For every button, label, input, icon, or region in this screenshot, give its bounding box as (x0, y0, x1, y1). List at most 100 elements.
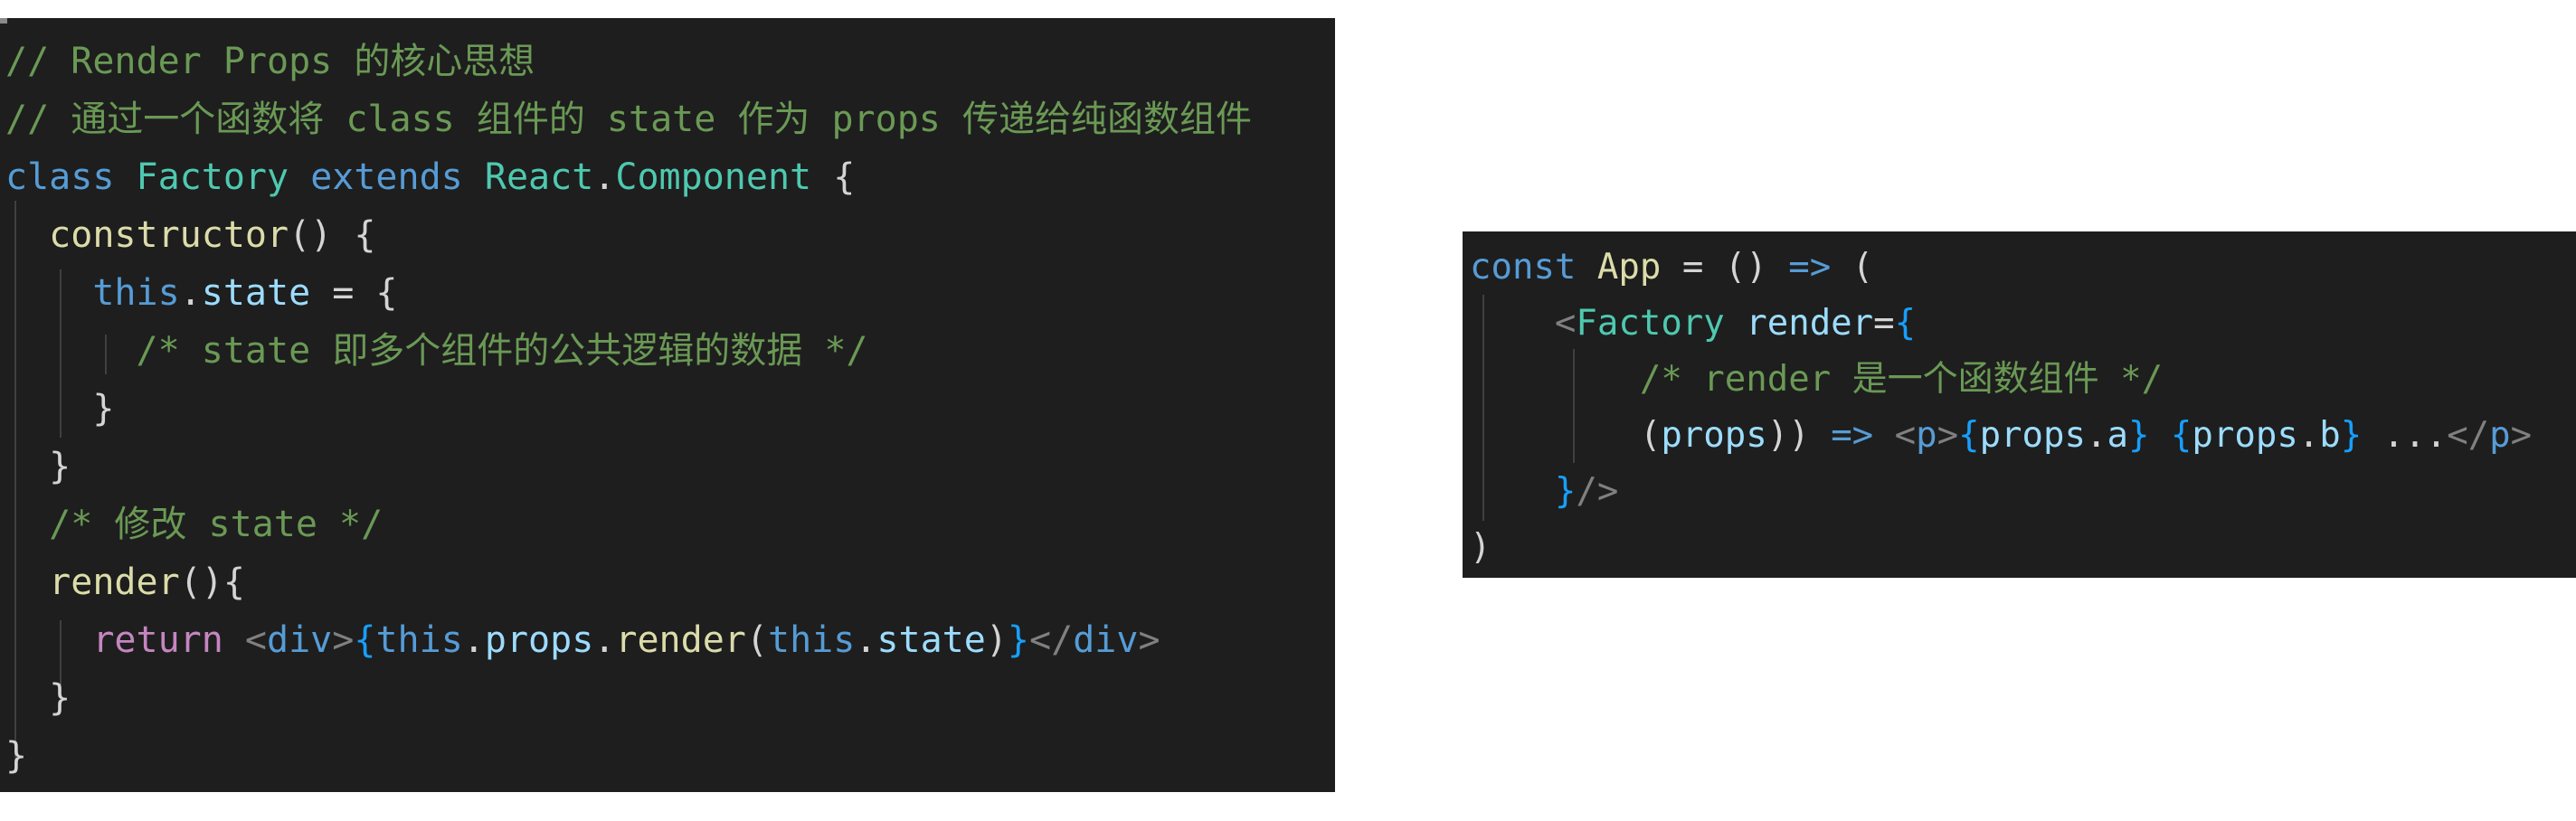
code-token: { (1894, 303, 1917, 344)
code-token: . (593, 156, 616, 198)
code-token: state (201, 272, 311, 314)
code-token: > (332, 619, 355, 661)
code-token: ) (985, 619, 1008, 661)
code-token: props (484, 619, 594, 661)
code-token: { (354, 619, 376, 661)
code-token: } (49, 446, 71, 487)
code-token: { (833, 156, 856, 198)
code-token: App (1596, 247, 1662, 288)
code-token: ( (1831, 247, 1874, 288)
code-token: props (1661, 415, 1767, 456)
code-line-2: // 通过一个函数将 class 组件的 state 作为 props 传递给纯… (5, 96, 1252, 143)
code-token: p (2489, 415, 2511, 456)
code-line-6: /* state 即多个组件的公共逻辑的数据 */ (5, 327, 868, 374)
code-token: () { (289, 214, 376, 256)
code-line-11: return <div>{this.props.render(this.stat… (5, 617, 1160, 664)
code-token: p (1916, 415, 1937, 456)
code-token: = { (310, 272, 398, 314)
code-token: < (1894, 415, 1917, 456)
code-token: render (1746, 303, 1874, 344)
code-token: render (49, 561, 180, 603)
code-token: // Render Props 的核心思想 (5, 41, 535, 82)
code-token: => (1831, 415, 1874, 456)
code-token: ) (1470, 527, 1492, 568)
code-token: . (462, 619, 485, 661)
code-token: extends (310, 156, 463, 198)
code-token: React (484, 156, 594, 198)
code-token: Component (615, 156, 812, 198)
code-line-6: ) (1470, 524, 1491, 571)
code-token: </ (2447, 415, 2490, 456)
code-token: const (1470, 247, 1577, 288)
code-line-10: render(){ (5, 559, 245, 606)
code-token: Factory (136, 156, 289, 198)
code-token: } (49, 677, 71, 719)
code-token: . (855, 619, 877, 661)
code-token: => (1788, 247, 1832, 288)
code-token: this (767, 619, 856, 661)
code-line-1: // Render Props 的核心思想 (5, 38, 535, 85)
code-token: } (2340, 415, 2363, 456)
code-line-8: } (5, 443, 71, 490)
code-token: /* render 是一个函数组件 */ (1639, 359, 2164, 400)
code-token: Factory (1576, 303, 1725, 344)
code-token: < (1554, 303, 1577, 344)
code-line-3: class Factory extends React.Component { (5, 154, 855, 201)
code-token: constructor (49, 214, 289, 256)
cropped-text-fragment (0, 18, 7, 24)
code-token: state (876, 619, 986, 661)
code-token: . (2297, 415, 2320, 456)
code-token: > (2510, 415, 2533, 456)
code-token: } (1554, 471, 1577, 512)
code-line-5: }/> (1470, 468, 1618, 515)
code-token: b (2319, 415, 2341, 456)
code-token: = (1873, 303, 1895, 344)
code-token: props (1979, 415, 2086, 456)
code-line-1: const App = () => ( (1470, 244, 1873, 291)
code-token: ( (745, 619, 768, 661)
code-token: /* 修改 state */ (49, 504, 384, 545)
code-token: } (92, 388, 115, 429)
code-token: . (593, 619, 616, 661)
code-token: /* state 即多个组件的公共逻辑的数据 */ (136, 330, 868, 372)
code-token: . (2085, 415, 2107, 456)
code-token: > (1937, 415, 1959, 456)
code-token: { (1958, 415, 1980, 456)
code-token: // 通过一个函数将 class 组件的 state 作为 props 传递给纯… (5, 99, 1252, 140)
code-token: { (2170, 415, 2192, 456)
code-token: render (615, 619, 746, 661)
code-token: } (1007, 619, 1030, 661)
code-line-5: this.state = { (5, 269, 398, 316)
code-token: ( (1639, 415, 1662, 456)
code-token: (){ (179, 561, 245, 603)
code-token: } (5, 735, 28, 777)
code-token: class (5, 156, 115, 198)
code-token: } (2127, 415, 2150, 456)
code-token: > (1138, 619, 1160, 661)
code-line-3: /* render 是一个函数组件 */ (1470, 356, 2163, 403)
code-line-4: (props)) => <p>{props.a} {props.b} ...</… (1470, 412, 2532, 459)
code-panel-app: const App = () => ( <Factory render={ /*… (1463, 231, 2576, 578)
code-token: < (244, 619, 268, 661)
code-token: div (1073, 619, 1139, 661)
